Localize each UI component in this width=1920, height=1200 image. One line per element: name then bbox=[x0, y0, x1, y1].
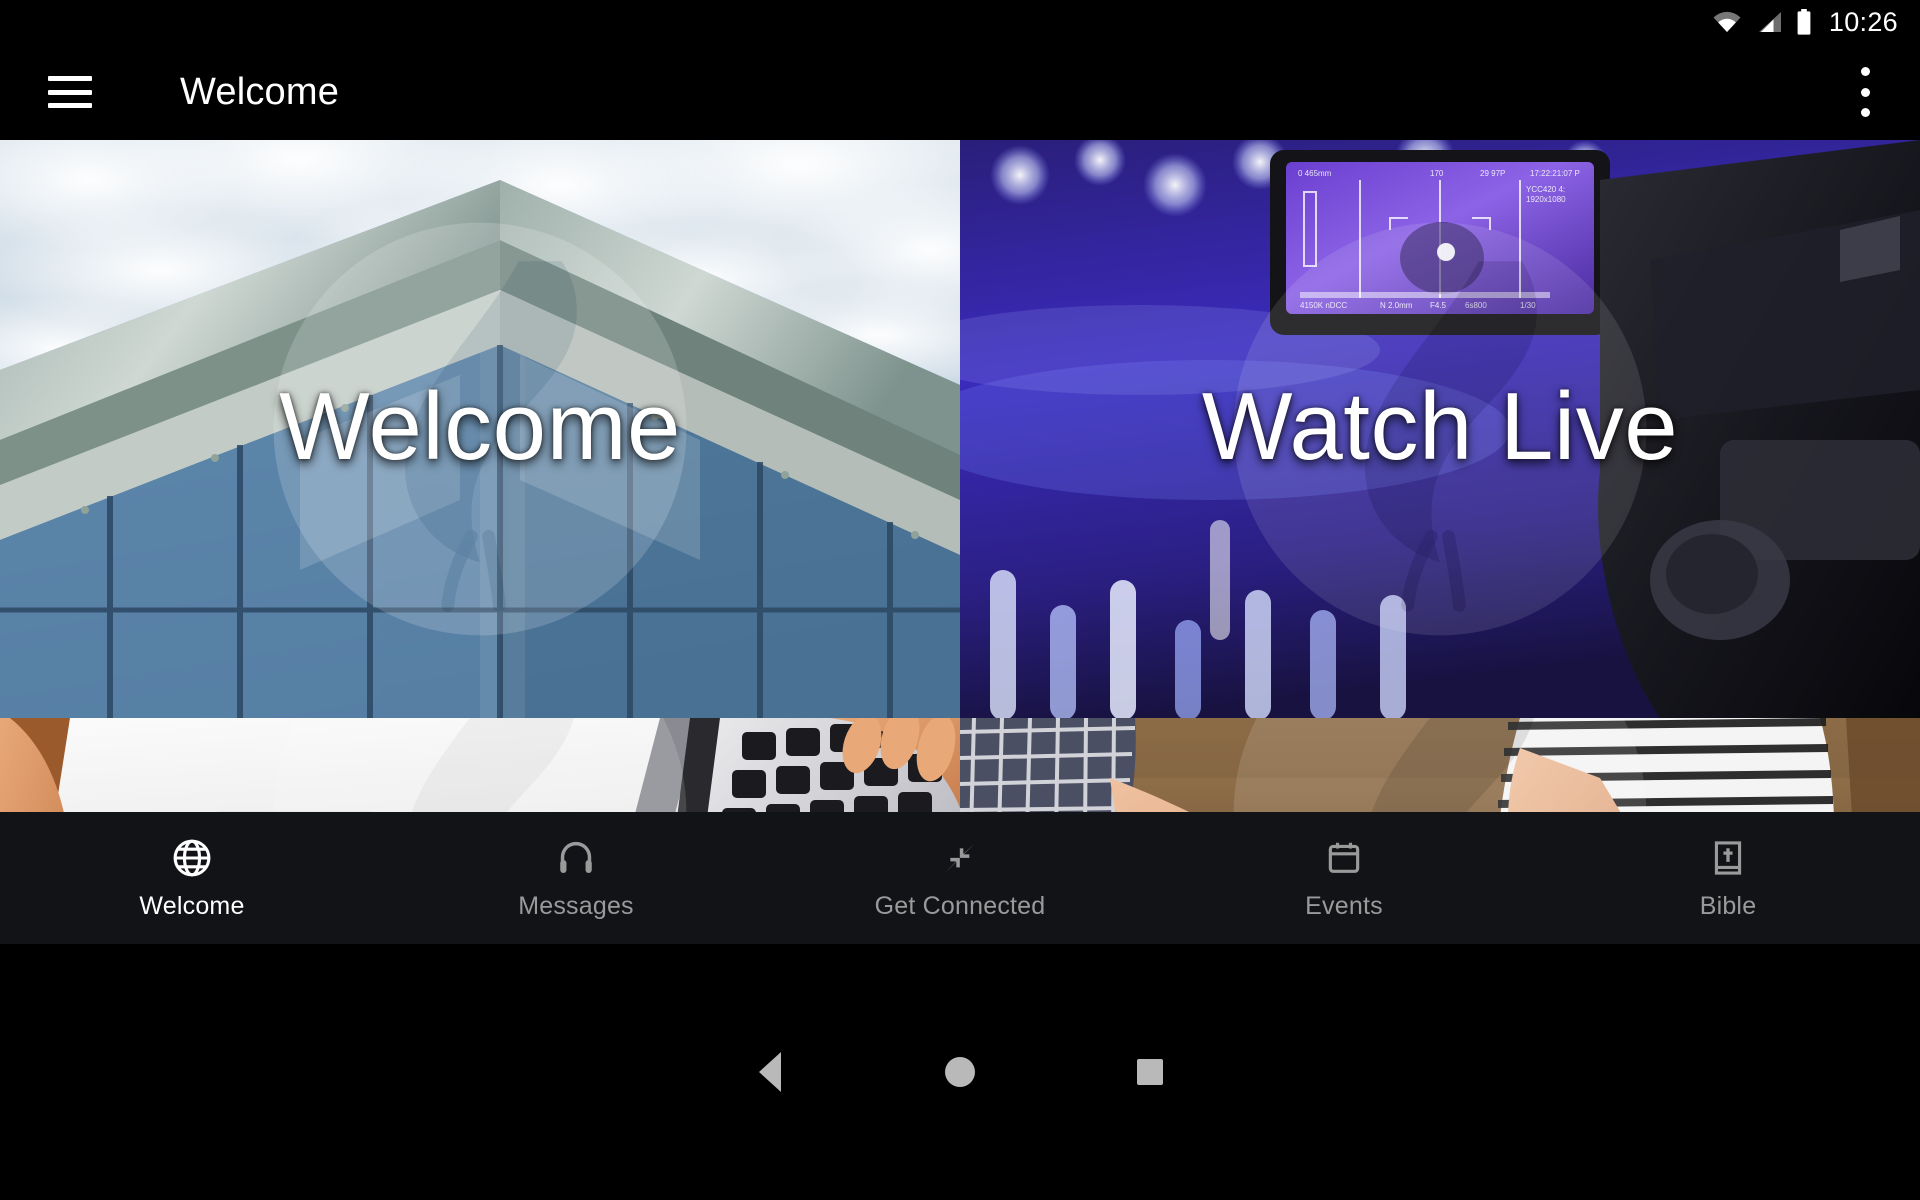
system-recents-button[interactable] bbox=[1055, 1022, 1245, 1122]
nav-item-welcome[interactable]: Welcome bbox=[0, 812, 384, 944]
tile-welcome-image bbox=[0, 140, 960, 718]
tile-grid: Welcome 0 465mm 170 29 97P 17:22:21:07 P… bbox=[0, 140, 1920, 812]
nav-label-bible: Bible bbox=[1699, 892, 1757, 920]
system-home-button[interactable] bbox=[865, 1022, 1055, 1122]
tile-give[interactable]: Give bbox=[0, 718, 960, 812]
nav-item-bible[interactable]: Bible bbox=[1536, 812, 1920, 944]
battery-icon bbox=[1796, 9, 1812, 35]
tile-welcome[interactable]: Welcome bbox=[0, 140, 960, 718]
status-bar: 10:26 bbox=[0, 0, 1920, 44]
page-title: Welcome bbox=[180, 70, 340, 113]
nav-item-events[interactable]: Events bbox=[1152, 812, 1536, 944]
globe-icon bbox=[170, 835, 214, 881]
svg-text:1920x1080: 1920x1080 bbox=[1526, 195, 1566, 204]
system-navigation-bar bbox=[0, 944, 1920, 1200]
status-clock: 10:26 bbox=[1828, 6, 1898, 37]
svg-text:4150K nDCC: 4150K nDCC bbox=[1300, 301, 1347, 310]
tile-give-image bbox=[0, 718, 960, 812]
calendar-icon bbox=[1323, 835, 1365, 881]
system-back-button[interactable] bbox=[675, 1022, 865, 1122]
svg-text:6s800: 6s800 bbox=[1465, 301, 1487, 310]
overflow-menu-icon[interactable] bbox=[1860, 67, 1870, 117]
back-triangle-icon bbox=[759, 1052, 781, 1092]
nav-label-messages: Messages bbox=[518, 892, 634, 920]
tile-watch-live-image: 0 465mm 170 29 97P 17:22:21:07 P YCC420 … bbox=[960, 140, 1920, 718]
home-circle-icon bbox=[945, 1057, 975, 1087]
hamburger-menu-icon[interactable] bbox=[48, 76, 92, 108]
recents-square-icon bbox=[1137, 1059, 1163, 1085]
bible-book-icon bbox=[1707, 835, 1749, 881]
app-bar: Welcome bbox=[0, 44, 1920, 140]
svg-text:1/30: 1/30 bbox=[1520, 301, 1536, 310]
svg-text:F4.5: F4.5 bbox=[1430, 301, 1447, 310]
svg-text:N 2.0mm: N 2.0mm bbox=[1380, 301, 1413, 310]
app-screen: 10:26 Welcome Welcome 0 465mm 170 29 97P… bbox=[0, 0, 1920, 1200]
tile-watch-live[interactable]: 0 465mm 170 29 97P 17:22:21:07 P YCC420 … bbox=[960, 140, 1920, 718]
bottom-navigation-bar: Welcome Messages Get Connected Events Bi… bbox=[0, 812, 1920, 944]
nav-label-get-connected: Get Connected bbox=[874, 892, 1046, 920]
svg-text:170: 170 bbox=[1430, 169, 1444, 178]
tile-need-prayer-image bbox=[960, 718, 1920, 812]
tile-need-prayer[interactable]: Need Prayer? bbox=[960, 718, 1920, 812]
nav-label-welcome: Welcome bbox=[139, 892, 245, 920]
svg-text:29 97P: 29 97P bbox=[1480, 169, 1505, 178]
nav-item-messages[interactable]: Messages bbox=[384, 812, 768, 944]
svg-text:YCC420 4:: YCC420 4: bbox=[1526, 185, 1565, 194]
headphones-icon bbox=[554, 835, 598, 881]
connect-arrows-icon bbox=[940, 835, 980, 881]
svg-text:17:22:21:07 P: 17:22:21:07 P bbox=[1530, 169, 1580, 178]
nav-label-events: Events bbox=[1305, 892, 1383, 920]
svg-text:0 465mm: 0 465mm bbox=[1298, 169, 1332, 178]
wifi-icon bbox=[1712, 10, 1742, 34]
nav-item-get-connected[interactable]: Get Connected bbox=[768, 812, 1152, 944]
cellular-signal-icon bbox=[1755, 10, 1783, 34]
